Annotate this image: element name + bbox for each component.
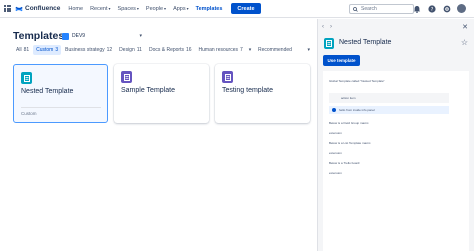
- page-icon: [222, 71, 233, 83]
- preview-info-panel: hello from inside info panel: [329, 106, 449, 114]
- preview-field-group-line: Below is a Field Group macro:: [329, 121, 370, 125]
- chevron-down-icon: ▾: [186, 6, 189, 11]
- avatar[interactable]: [457, 4, 466, 13]
- filter-design[interactable]: Design 11: [116, 45, 145, 55]
- page-icon: [121, 71, 132, 83]
- filter-count: 16: [185, 47, 192, 53]
- star-icon[interactable]: ☆: [461, 38, 468, 47]
- nav-apps-label: Apps: [173, 5, 186, 12]
- top-icons: ?: [412, 4, 466, 13]
- filter-count: 11: [136, 47, 142, 53]
- page-icon: [324, 38, 334, 49]
- card-title: Nested Template: [21, 88, 74, 95]
- preview-list-line: Below is a List Template macro:: [329, 141, 372, 145]
- preview-title: Nested Template: [339, 39, 392, 46]
- close-icon[interactable]: ✕: [462, 23, 468, 31]
- preview-action-item: action item: [329, 93, 449, 103]
- template-preview: Global Template called "Nested Template"…: [323, 71, 469, 251]
- space-icon: [62, 32, 69, 40]
- template-preview-panel: ‹ › ✕ Nested Template ☆ Use template Glo…: [317, 19, 474, 251]
- main-content: Templates DEV9 ▾ All 81 Custom 3 Business …: [0, 19, 317, 251]
- chevron-down-icon: ▾: [307, 46, 310, 53]
- preview-extension-2: extension: [329, 151, 342, 155]
- preview-intro: Global Template called "Nested Template": [329, 79, 385, 83]
- top-navigation: Confluence Home Recent ▾ Spaces ▾ People ▾ …: [0, 0, 474, 18]
- search-icon: [353, 6, 358, 12]
- chevron-left-icon[interactable]: ‹: [322, 24, 324, 30]
- filter-label: Docs & Reports: [148, 47, 184, 53]
- preview-extension-1: extension: [329, 131, 342, 135]
- svg-text:?: ?: [430, 6, 433, 12]
- settings-icon[interactable]: [442, 4, 451, 13]
- panel-navigation: ‹ ›: [322, 24, 332, 30]
- app-window: Confluence Home Recent ▾ Spaces ▾ People ▾ …: [0, 0, 474, 251]
- brand-name: Confluence: [25, 5, 61, 12]
- filter-business-strategy[interactable]: Business strategy 12: [62, 45, 115, 55]
- card-title: Testing template: [222, 87, 273, 94]
- filter-docs-reports[interactable]: Docs & Reports 16: [146, 45, 195, 55]
- filter-label: Human resources: [198, 47, 238, 53]
- nav-people[interactable]: People ▾: [146, 6, 166, 12]
- app-switcher-icon[interactable]: [4, 5, 11, 12]
- preview-extension-3: extension: [329, 171, 342, 175]
- info-icon: [332, 108, 336, 112]
- action-item-text: action item: [341, 96, 356, 100]
- chevron-down-icon: ▾: [164, 6, 167, 11]
- filter-count: 3: [55, 47, 59, 53]
- nav-home-label: Home: [68, 5, 84, 12]
- help-icon[interactable]: ?: [427, 4, 436, 13]
- more-filters-icon[interactable]: ▾: [249, 47, 252, 53]
- filter-all[interactable]: All 81: [13, 45, 32, 55]
- notifications-icon[interactable]: [412, 4, 421, 13]
- card-subtitle: Custom: [21, 107, 101, 116]
- confluence-logo-icon: [15, 6, 23, 11]
- search-input[interactable]: Search: [349, 4, 414, 14]
- page-title: Templates: [13, 30, 65, 42]
- filter-label: Custom: [36, 47, 54, 53]
- sort-select[interactable]: Recommended ▾: [258, 45, 310, 54]
- search-placeholder: Search: [361, 6, 377, 12]
- category-filters: All 81 Custom 3 Business strategy 12 Design…: [13, 45, 251, 55]
- page-icon: [21, 72, 32, 84]
- filter-count: 12: [106, 47, 113, 53]
- nav-spaces-label: Spaces: [117, 5, 136, 12]
- template-card-testing[interactable]: Testing template: [215, 64, 310, 123]
- nav-recent[interactable]: Recent ▾: [90, 6, 110, 12]
- nav-templates[interactable]: Templates: [196, 6, 223, 12]
- sort-label: Recommended: [258, 46, 292, 53]
- chevron-down-icon: ▾: [139, 33, 142, 39]
- filter-human-resources[interactable]: Human resources 7: [196, 45, 246, 55]
- info-panel-text: hello from inside info panel: [339, 108, 375, 112]
- chevron-down-icon: ▾: [108, 6, 111, 11]
- nav-spaces[interactable]: Spaces ▾: [118, 6, 139, 12]
- card-title: Sample Template: [121, 87, 175, 94]
- confluence-logo[interactable]: Confluence: [15, 5, 60, 13]
- filter-label: Design: [119, 47, 135, 53]
- nav-home[interactable]: Home: [68, 6, 83, 12]
- filter-count: 81: [23, 47, 30, 53]
- space-select[interactable]: DEV9 ▾: [62, 31, 144, 41]
- create-button[interactable]: Create: [231, 3, 261, 14]
- nav-recent-label: Recent: [90, 5, 108, 12]
- nav-people-label: People: [145, 5, 164, 12]
- chevron-right-icon[interactable]: ›: [330, 24, 332, 30]
- template-card-nested[interactable]: Nested Template Custom: [13, 64, 108, 123]
- preview-trello-line: Below is a Trello board:: [329, 161, 361, 165]
- nav-apps[interactable]: Apps ▾: [173, 6, 189, 12]
- use-template-button[interactable]: Use template: [323, 55, 360, 66]
- space-name: DEV9: [72, 33, 86, 39]
- filter-count: 7: [240, 47, 243, 53]
- template-card-sample[interactable]: Sample Template: [114, 64, 209, 123]
- nav-templates-label: Templates: [195, 5, 223, 12]
- filter-label: All: [16, 47, 22, 53]
- filter-custom[interactable]: Custom 3: [33, 45, 62, 55]
- filter-label: Business strategy: [65, 47, 105, 53]
- chevron-down-icon: ▾: [136, 6, 139, 11]
